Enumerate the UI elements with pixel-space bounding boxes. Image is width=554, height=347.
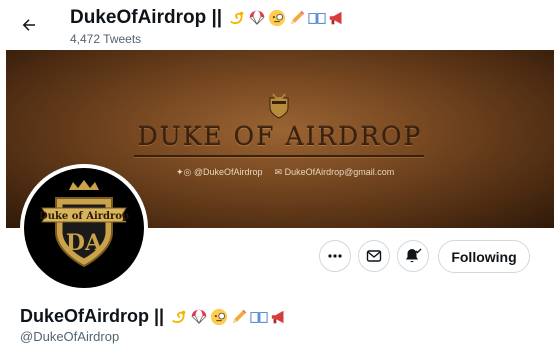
name-emoji-row [170,308,288,326]
tweet-count: 4,472 Tweets [70,32,142,46]
open-book-emoji-icon [308,12,326,24]
avatar-monogram: DA [66,230,103,256]
banner-cane-line [134,155,424,157]
notifications-button[interactable] [397,240,429,272]
profile-name-text: DukeOfAirdrop || [20,306,165,326]
profile-handle: @DukeOfAirdrop [20,329,120,344]
envelope-icon [366,250,382,262]
monocle-face-emoji-icon [268,9,286,27]
dizzy-emoji-icon [172,310,186,323]
mail-icon: ✉ [274,167,285,177]
more-button[interactable] [319,240,351,272]
avatar-border[interactable]: Duke of Airdrop DA [20,164,148,292]
banner-social-handle: @DukeOfAirdrop [193,167,263,177]
arrow-left-icon [22,19,35,31]
dizzy-emoji-icon [230,11,244,24]
banner-email: DukeOfAirdrop@gmail.com [284,167,395,177]
parachute-emoji-icon [191,309,207,324]
twitter-instagram-icon: ✦◎ [176,167,194,177]
megaphone-emoji-icon [329,11,342,25]
header-title: DukeOfAirdrop || [70,7,346,29]
banner-headline: DUKE OF AIRDROP [137,122,423,151]
pencil-emoji-icon [232,309,247,323]
avatar-ribbon-text: Duke of Airdrop [39,211,129,222]
profile-header-bar: DukeOfAirdrop || 4,472 Tweets [0,0,554,50]
crest-icon [269,93,289,119]
banner-contacts: ✦◎ @DukeOfAirdrop ✉ DukeOfAirdrop@gmail.… [176,167,394,178]
banner-social: ✦◎ @DukeOfAirdrop [176,167,263,178]
monocle-face-emoji-icon [210,308,228,325]
header-title-text: DukeOfAirdrop || [70,7,223,28]
profile-display-name: DukeOfAirdrop || [20,306,288,327]
message-button[interactable] [358,240,390,272]
header-emoji-row [228,9,346,27]
following-button[interactable]: Following [438,240,530,273]
pencil-emoji-icon [290,10,305,25]
back-button[interactable] [12,8,46,42]
avatar-crest-icon: Duke of Airdrop DA [39,180,129,268]
parachute-emoji-icon [249,10,265,26]
open-book-emoji-icon [250,311,268,323]
megaphone-emoji-icon [271,310,284,323]
banner-email-wrap: ✉ DukeOfAirdrop@gmail.com [275,167,395,178]
bell-check-icon [406,248,422,263]
avatar[interactable]: Duke of Airdrop DA [24,168,144,288]
more-dots-icon [328,254,342,258]
